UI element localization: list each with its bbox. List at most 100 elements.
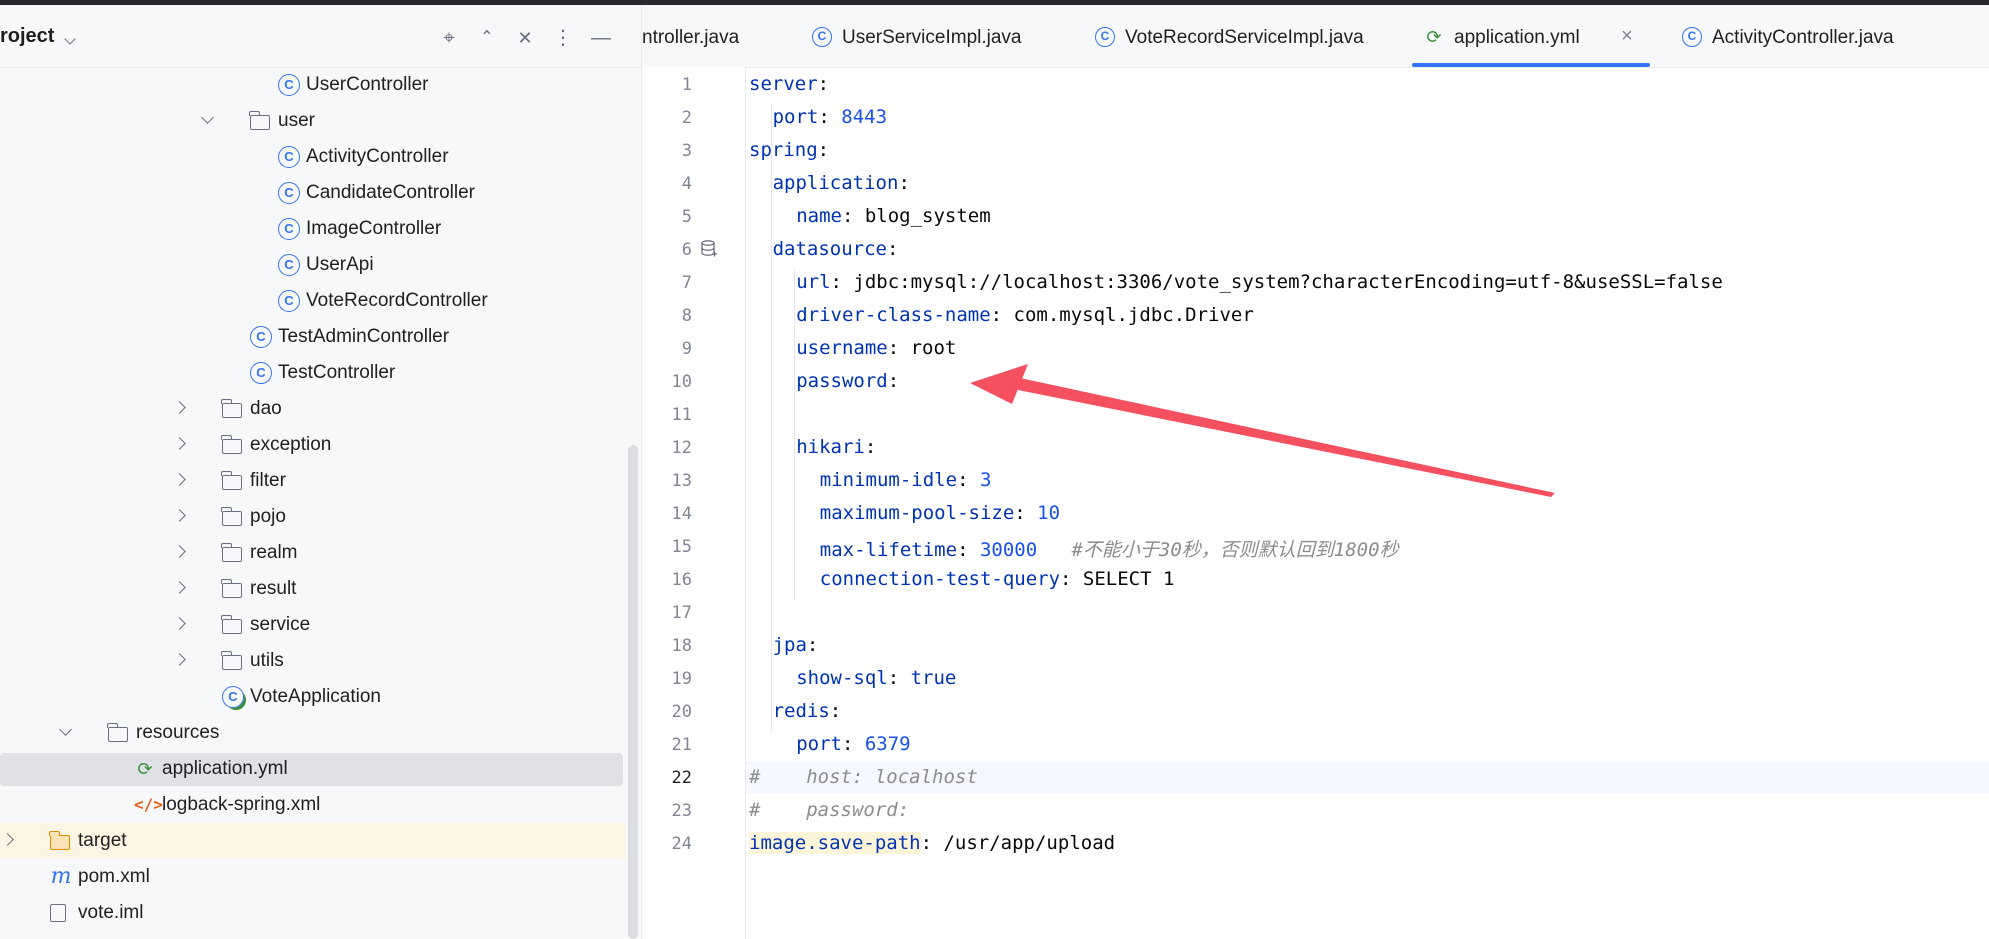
line-number: 23 [671, 801, 692, 821]
code-line[interactable]: url: jdbc:mysql://localhost:3306/vote_sy… [796, 271, 1723, 293]
tree-item[interactable]: C ImageController [0, 211, 625, 247]
editor-tab[interactable]: C ActivityController.java [1682, 5, 1942, 67]
line-number: 8 [681, 306, 692, 326]
code-line[interactable]: max-lifetime: 30000 #不能小于30秒，否则默认回到1800秒 [820, 535, 1399, 562]
code-line[interactable]: port: 8443 [773, 106, 887, 128]
code-line[interactable]: connection-test-query: SELECT 1 [820, 568, 1175, 590]
tree-item[interactable]: result [0, 571, 625, 607]
code-line[interactable]: # password: [749, 799, 909, 821]
code-line[interactable]: driver-class-name: com.mysql.jdbc.Driver [796, 304, 1254, 326]
expand-all-icon[interactable]: ⌃ [474, 25, 500, 51]
folder-icon [221, 543, 242, 562]
tree-item[interactable]: C ActivityController [0, 139, 625, 175]
line-number: 13 [671, 471, 692, 491]
code-line[interactable]: maximum-pool-size: 10 [820, 502, 1060, 524]
locate-icon[interactable]: ⌖ [436, 25, 462, 51]
editor-tab[interactable]: C UserServiceImpl.java [812, 5, 1082, 67]
tree-item[interactable]: C TestAdminController [0, 319, 625, 355]
project-scrollbar[interactable] [628, 445, 638, 939]
yaml-value: 8443 [841, 106, 888, 128]
folder-icon [221, 651, 242, 670]
tree-item-label: filter [250, 470, 286, 491]
tree-item[interactable]: </> logback-spring.xml [0, 787, 625, 823]
editor-tab[interactable]: ⟳ application.yml × [1412, 5, 1659, 67]
tree-item-label: CandidateController [306, 182, 475, 203]
tree-item[interactable]: C UserApi [0, 247, 625, 283]
datasource-icon[interactable] [701, 240, 717, 258]
tree-item-label: vote.iml [78, 902, 144, 923]
tree-item[interactable]: ⟳ application.yml [0, 751, 625, 787]
chevron-right-icon[interactable] [173, 617, 186, 630]
line-number: 1 [681, 75, 692, 95]
chevron-right-icon[interactable] [173, 401, 186, 414]
tree-item[interactable]: realm [0, 535, 625, 571]
tree-item-label: ActivityController [306, 146, 449, 167]
chevron-right-icon[interactable] [173, 581, 186, 594]
yaml-key: show-sql [796, 667, 888, 689]
code-line[interactable]: application: [773, 172, 910, 194]
spring-boot-class-icon: C [222, 686, 244, 708]
code-line[interactable]: server: [749, 73, 829, 95]
yaml-key: password [796, 370, 888, 392]
tree-item[interactable]: resources [0, 715, 625, 751]
close-icon[interactable]: × [1621, 25, 1633, 48]
tree-item[interactable]: C TestController [0, 355, 625, 391]
class-icon: C [278, 146, 300, 168]
chevron-right-icon[interactable] [173, 473, 186, 486]
code-line[interactable]: show-sql: true [796, 667, 956, 689]
class-icon: C [1682, 27, 1702, 47]
code-line[interactable]: datasource: [773, 238, 899, 260]
chevron-right-icon[interactable] [173, 545, 186, 558]
tree-item[interactable]: C VoteApplication [0, 679, 625, 715]
code-line[interactable]: image.save-path: /usr/app/upload [749, 832, 1115, 854]
code-line[interactable]: redis: [773, 700, 842, 722]
tree-item[interactable]: user [0, 103, 625, 139]
iml-file-icon [50, 904, 66, 922]
code-line[interactable]: jpa: [773, 634, 819, 656]
line-number: 10 [671, 372, 692, 392]
yaml-separator: : [841, 205, 865, 227]
code-line[interactable]: username: root [796, 337, 956, 359]
yaml-value: blog_system [864, 205, 991, 227]
tree-item[interactable]: C VoteRecordController [0, 283, 625, 319]
tree-item[interactable]: vote.iml [0, 895, 625, 931]
tree-item[interactable]: C CandidateController [0, 175, 625, 211]
tree-item[interactable]: m pom.xml [0, 859, 625, 895]
yaml-key: datasource [772, 238, 887, 260]
chevron-right-icon[interactable] [1, 833, 14, 846]
code-line[interactable]: minimum-idle: 3 [820, 469, 992, 491]
code-line[interactable]: # host: localhost [749, 766, 978, 788]
tree-item[interactable]: service [0, 607, 625, 643]
class-icon: C [250, 362, 272, 384]
code-line[interactable]: name: blog_system [796, 205, 991, 227]
chevron-down-icon[interactable] [64, 33, 76, 45]
editor-tab[interactable]: C VoteRecordServiceImpl.java [1095, 5, 1405, 67]
hide-panel-icon[interactable]: — [588, 25, 614, 51]
chevron-right-icon[interactable] [173, 437, 186, 450]
tree-item[interactable]: utils [0, 643, 625, 679]
excluded-folder-icon [49, 831, 70, 850]
tree-item[interactable]: dao [0, 391, 625, 427]
yaml-key: image.save-path [749, 832, 921, 854]
code-line[interactable]: port: 6379 [796, 733, 910, 755]
tree-item-label: UserApi [306, 254, 374, 275]
editor-tab[interactable]: ntroller.java [642, 5, 792, 67]
more-options-icon[interactable]: ⋮ [550, 25, 576, 51]
chevron-down-icon[interactable] [59, 723, 72, 736]
code-line[interactable]: password: [796, 370, 899, 392]
tree-item[interactable]: exception [0, 427, 625, 463]
code-line[interactable]: hikari: [796, 436, 876, 458]
chevron-right-icon[interactable] [173, 653, 186, 666]
tree-item[interactable]: filter [0, 463, 625, 499]
tree-item[interactable]: C UserController [0, 67, 625, 103]
yaml-key: port [772, 106, 819, 128]
project-panel-title[interactable]: roject [0, 25, 54, 48]
chevron-right-icon[interactable] [173, 509, 186, 522]
tree-item[interactable]: pojo [0, 499, 625, 535]
tree-item[interactable]: target [0, 823, 625, 859]
chevron-down-icon[interactable] [201, 111, 214, 124]
code-line[interactable]: spring: [749, 139, 829, 161]
tree-item-label: pom.xml [78, 866, 150, 887]
collapse-all-icon[interactable]: ✕ [512, 25, 538, 51]
tab-label: ActivityController.java [1712, 27, 1894, 48]
